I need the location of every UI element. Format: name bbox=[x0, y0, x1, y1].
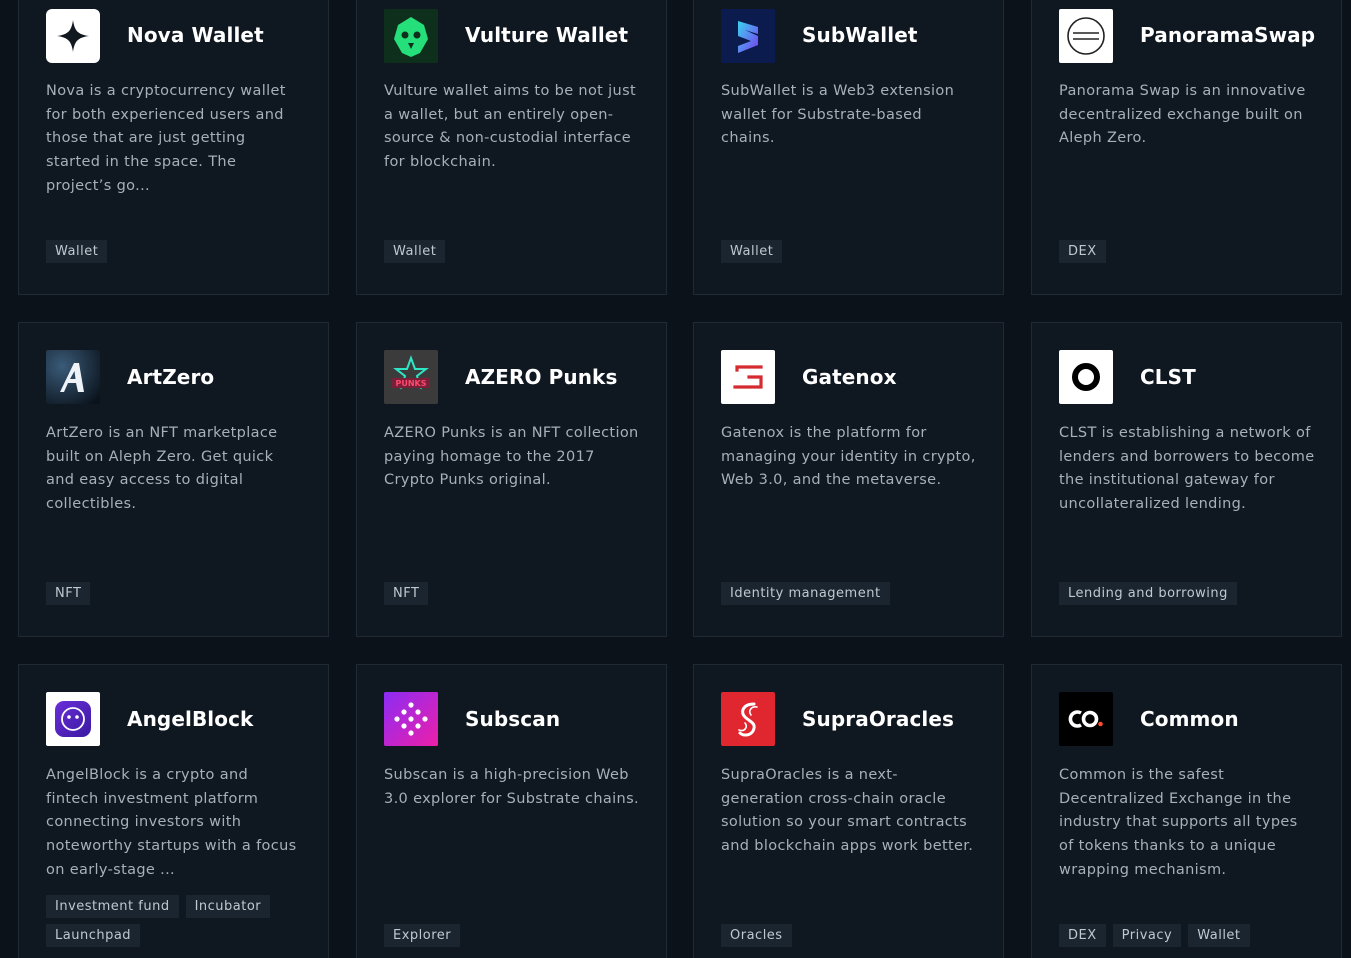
project-card-nova-wallet[interactable]: Nova Wallet Nova is a cryptocurrency wal… bbox=[18, 0, 329, 295]
tag[interactable]: Launchpad bbox=[46, 924, 141, 947]
nova-star-icon bbox=[46, 9, 100, 63]
project-name: CLST bbox=[1140, 365, 1196, 389]
project-name: AngelBlock bbox=[127, 707, 254, 731]
tag-list: Identity management bbox=[721, 582, 983, 605]
project-card-azero-punks[interactable]: PUNKS AZERO Punks AZERO Punks is an NFT … bbox=[356, 322, 667, 637]
tag[interactable]: NFT bbox=[384, 582, 429, 605]
tag[interactable]: DEX bbox=[1059, 240, 1106, 263]
project-name: SubWallet bbox=[802, 23, 918, 47]
project-name: Vulture Wallet bbox=[465, 23, 629, 47]
project-description: SupraOracles is a next-generation cross-… bbox=[721, 767, 974, 855]
project-description: AngelBlock is a crypto and fintech inves… bbox=[46, 767, 297, 878]
common-co-icon bbox=[1059, 692, 1113, 746]
project-name: Common bbox=[1140, 707, 1239, 731]
tag-list: DEX bbox=[1059, 240, 1321, 263]
gatenox-g-icon bbox=[721, 350, 775, 404]
project-card-angelblock[interactable]: AngelBlock AngelBlock is a crypto and fi… bbox=[18, 664, 329, 958]
tag-list: NFT bbox=[46, 582, 308, 605]
project-name: AZERO Punks bbox=[465, 365, 618, 389]
panorama-circle-icon bbox=[1059, 9, 1113, 63]
tag-list: DEX Privacy Wallet bbox=[1059, 924, 1321, 947]
angelblock-face-icon bbox=[46, 692, 100, 746]
project-card-panoramaswap[interactable]: PanoramaSwap Panorama Swap is an innovat… bbox=[1031, 0, 1342, 295]
tag-list: Wallet bbox=[384, 240, 646, 263]
tag-list: Wallet bbox=[721, 240, 983, 263]
tag[interactable]: Wallet bbox=[384, 240, 446, 263]
project-name: Nova Wallet bbox=[127, 23, 264, 47]
project-name: Subscan bbox=[465, 707, 561, 731]
tag-list: Explorer bbox=[384, 924, 646, 947]
project-description: CLST is establishing a network of lender… bbox=[1059, 425, 1315, 513]
tag[interactable]: Wallet bbox=[721, 240, 783, 263]
project-card-vulture-wallet[interactable]: Vulture Wallet Vulture wallet aims to be… bbox=[356, 0, 667, 295]
project-card-clst[interactable]: CLST CLST is establishing a network of l… bbox=[1031, 322, 1342, 637]
project-description: Panorama Swap is an innovative decentral… bbox=[1059, 83, 1306, 147]
tag[interactable]: Incubator bbox=[185, 895, 271, 918]
tag[interactable]: Lending and borrowing bbox=[1059, 582, 1237, 605]
subscan-dots-icon bbox=[384, 692, 438, 746]
project-description: Vulture wallet aims to be not just a wal… bbox=[384, 83, 637, 171]
project-name: SupraOracles bbox=[802, 707, 955, 731]
tag[interactable]: DEX bbox=[1059, 924, 1106, 947]
tag-list: Investment fund Incubator Launchpad bbox=[46, 895, 308, 947]
project-card-artzero[interactable]: ArtZero ArtZero is an NFT marketplace bu… bbox=[18, 322, 329, 637]
project-description: Subscan is a high-precision Web 3.0 expl… bbox=[384, 767, 639, 807]
supra-s-icon bbox=[721, 692, 775, 746]
project-name: Gatenox bbox=[802, 365, 897, 389]
project-name: PanoramaSwap bbox=[1140, 23, 1316, 47]
project-card-subscan[interactable]: Subscan Subscan is a high-precision Web … bbox=[356, 664, 667, 958]
project-description: AZERO Punks is an NFT collection paying … bbox=[384, 425, 639, 489]
project-description: ArtZero is an NFT marketplace built on A… bbox=[46, 425, 278, 513]
subwallet-s-icon bbox=[721, 9, 775, 63]
artzero-a-icon bbox=[46, 350, 100, 404]
tag[interactable]: Privacy bbox=[1112, 924, 1182, 947]
tag[interactable]: Investment fund bbox=[46, 895, 179, 918]
project-card-subwallet[interactable]: SubWallet SubWallet is a Web3 extension … bbox=[693, 0, 1004, 295]
project-description: Common is the safest Decentralized Excha… bbox=[1059, 767, 1298, 878]
tag-list: Lending and borrowing bbox=[1059, 582, 1321, 605]
tag[interactable]: Oracles bbox=[721, 924, 792, 947]
tag[interactable]: Wallet bbox=[46, 240, 108, 263]
punks-star-icon: PUNKS bbox=[384, 350, 438, 404]
project-name: ArtZero bbox=[127, 365, 215, 389]
tag[interactable]: Explorer bbox=[384, 924, 461, 947]
clst-ring-icon bbox=[1059, 350, 1113, 404]
project-card-common[interactable]: Common Common is the safest Decentralize… bbox=[1031, 664, 1342, 958]
svg-text:PUNKS: PUNKS bbox=[395, 379, 426, 388]
project-description: SubWallet is a Web3 extension wallet for… bbox=[721, 83, 955, 147]
project-card-supraoracles[interactable]: SupraOracles SupraOracles is a next-gene… bbox=[693, 664, 1004, 958]
project-card-gatenox[interactable]: Gatenox Gatenox is the platform for mana… bbox=[693, 322, 1004, 637]
project-description: Gatenox is the platform for managing you… bbox=[721, 425, 976, 489]
tag[interactable]: Wallet bbox=[1188, 924, 1250, 947]
project-grid: Nova Wallet Nova is a cryptocurrency wal… bbox=[0, 0, 1351, 958]
vulture-bird-icon bbox=[384, 9, 438, 63]
tag[interactable]: Identity management bbox=[721, 582, 890, 605]
tag-list: NFT bbox=[384, 582, 646, 605]
tag-list: Oracles bbox=[721, 924, 983, 947]
project-description: Nova is a cryptocurrency wallet for both… bbox=[46, 83, 286, 194]
tag-list: Wallet bbox=[46, 240, 308, 263]
tag[interactable]: NFT bbox=[46, 582, 91, 605]
